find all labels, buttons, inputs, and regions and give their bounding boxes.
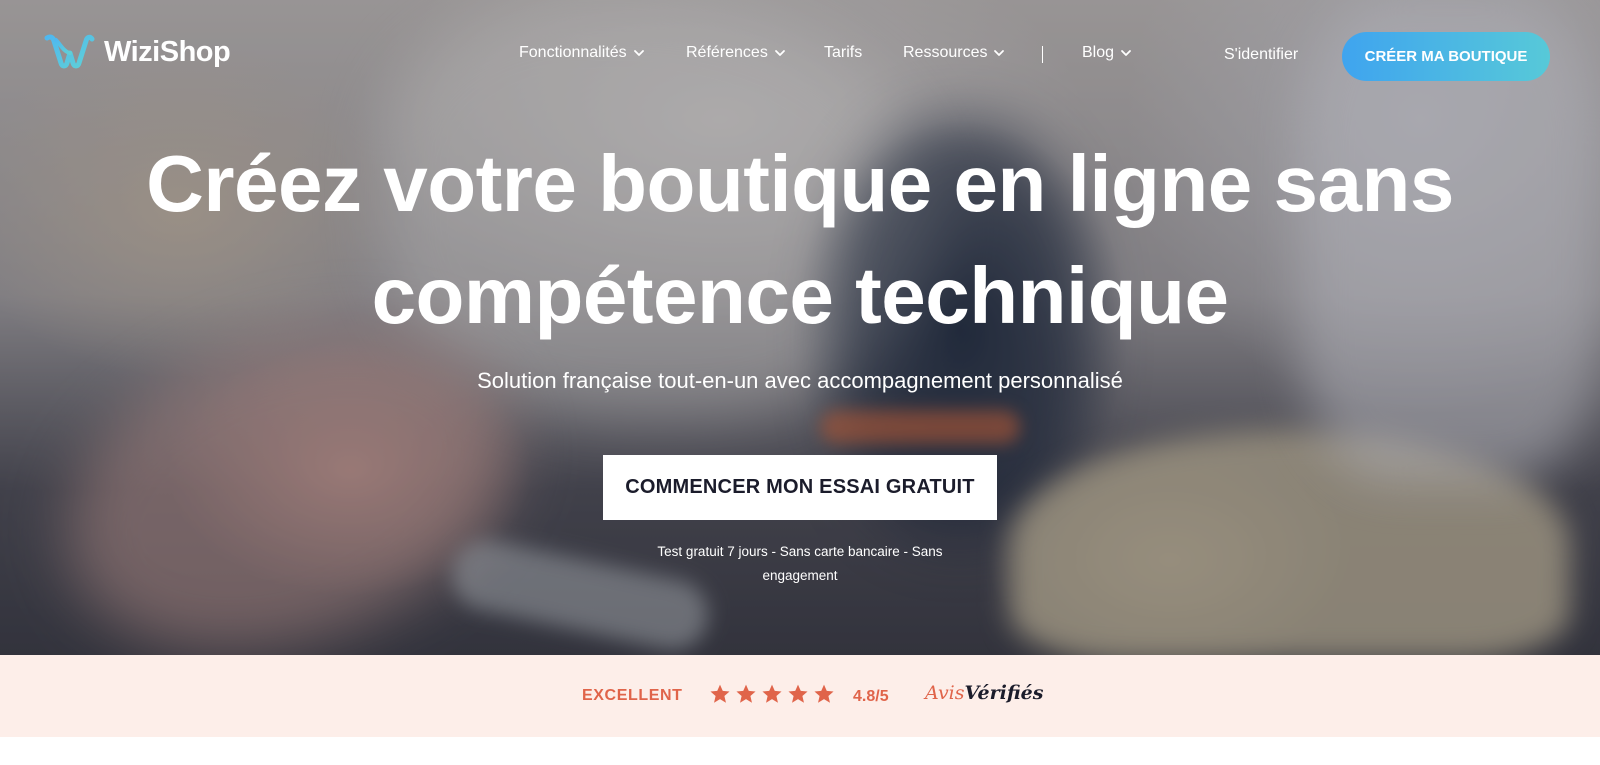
hero-title: Créez votre boutique en ligne sans compé… <box>0 128 1600 352</box>
hero-title-line2: compétence technique <box>371 251 1229 340</box>
rating-label: EXCELLENT <box>582 687 683 704</box>
star-icon <box>736 684 756 703</box>
nav-divider <box>1042 46 1043 63</box>
trial-note-line2: engagement <box>762 568 838 583</box>
hero-title-line1: Créez votre boutique en ligne sans <box>146 139 1454 228</box>
star-rating <box>709 683 835 705</box>
site-header: WiziShop Fonctionnalités Références Tari… <box>0 0 1600 110</box>
logo[interactable]: WiziShop <box>42 32 231 72</box>
login-link[interactable]: S'identifier <box>1224 46 1298 64</box>
nav-tarifs[interactable]: Tarifs <box>824 44 862 62</box>
rating-score: 4.8/5 <box>853 688 889 705</box>
nav-ressources[interactable]: Ressources <box>903 44 1005 62</box>
nav-label: Fonctionnalités <box>519 44 627 61</box>
nav-label: Références <box>686 44 768 61</box>
nav-fonctionnalites[interactable]: Fonctionnalités <box>519 44 645 62</box>
star-icon <box>814 684 834 703</box>
avis-verifies-logo[interactable]: AvisVérifiés <box>925 682 1043 704</box>
avis-verifies-part1: Avis <box>925 682 965 704</box>
create-shop-button[interactable]: CRÉER MA BOUTIQUE <box>1342 32 1550 81</box>
star-icon <box>762 684 782 703</box>
star-icon <box>788 684 808 703</box>
logo-text: WiziShop <box>104 35 231 68</box>
nav-blog[interactable]: Blog <box>1082 44 1132 62</box>
avis-verifies-part2: Vérifiés <box>964 682 1044 704</box>
trial-note: Test gratuit 7 jours - Sans carte bancai… <box>640 540 960 588</box>
start-free-trial-button[interactable]: COMMENCER MON ESSAI GRATUIT <box>603 455 997 520</box>
chevron-down-icon <box>1121 50 1131 56</box>
nav-references[interactable]: Références <box>686 44 786 62</box>
trial-note-line1: Test gratuit 7 jours - Sans carte bancai… <box>657 544 943 559</box>
wizishop-logo-icon <box>44 34 95 69</box>
hero-subtitle: Solution française tout-en-un avec accom… <box>477 368 1123 393</box>
nav-label: Blog <box>1082 44 1115 61</box>
nav-label: Ressources <box>903 44 988 61</box>
star-icon <box>710 684 730 703</box>
chevron-down-icon <box>994 50 1005 56</box>
chevron-down-icon <box>633 50 644 56</box>
chevron-down-icon <box>774 50 785 56</box>
nav-label: Tarifs <box>824 44 863 61</box>
